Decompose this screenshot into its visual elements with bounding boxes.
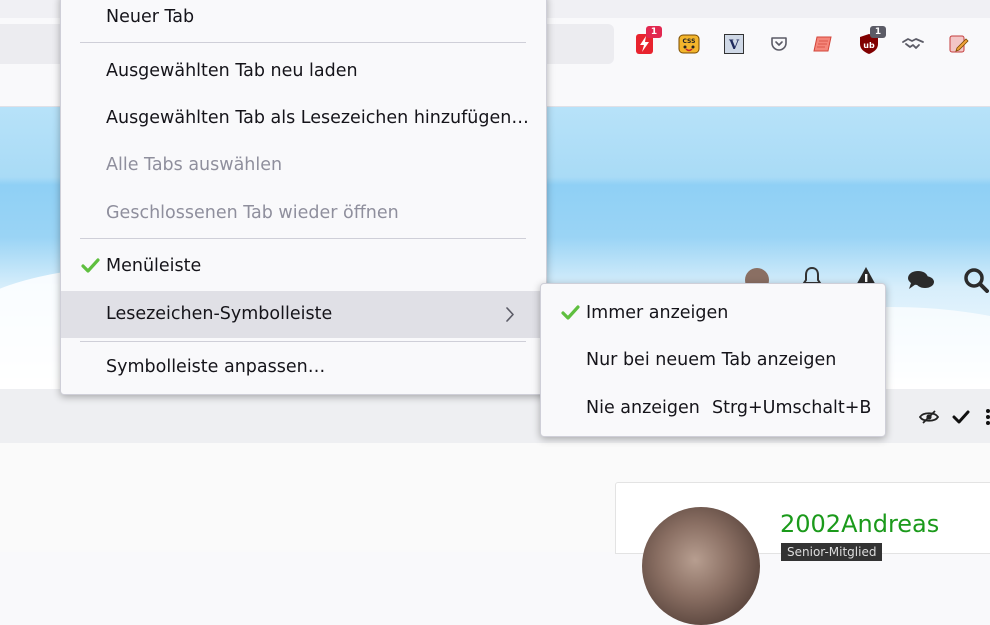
tab-context-menu: Neuer Tab Ausgewählten Tab neu laden Aus… [60,0,547,395]
menu-item-label: Immer anzeigen [586,303,729,323]
menu-item-label: Nie anzeigen [586,398,700,418]
edit-extension-icon[interactable] [946,31,972,57]
menu-item-select-all-tabs: Alle Tabs auswählen [61,143,546,187]
menu-item-bookmark-tab[interactable]: Ausgewählten Tab als Lesezeichen hinzufü… [61,96,546,140]
profile-avatar[interactable] [642,507,760,625]
menu-item-menu-bar[interactable]: Menüleiste [61,244,546,288]
menu-item-bookmarks-toolbar[interactable]: Lesezeichen-Symbolleiste [61,291,546,338]
ublock-icon[interactable]: ub 1 [856,26,886,57]
css-extension-icon[interactable]: CSS [676,31,702,57]
menu-item-label: Symbolleiste anpassen… [106,357,326,377]
menu-item-label: Geschlossenen Tab wieder öffnen [106,203,399,223]
menu-item-label: Menüleiste [106,256,202,276]
menu-item-reload-tab[interactable]: Ausgewählten Tab neu laden [61,49,546,93]
svg-text:CSS: CSS [683,38,696,45]
menu-separator [80,238,526,239]
v-extension-icon[interactable]: V [721,31,747,57]
menu-item-label: Ausgewählten Tab als Lesezeichen hinzufü… [106,108,529,128]
menu-item-label: Ausgewählten Tab neu laden [106,61,358,81]
submenu-item-always-show[interactable]: Immer anzeigen [541,291,885,335]
menu-item-label: Alle Tabs auswählen [106,155,283,175]
mark-read-check-icon[interactable] [950,407,972,427]
profile-rank-badge: Senior-Mitglied [781,543,883,561]
menu-item-label: Neuer Tab [106,7,195,27]
scroll-extension-icon[interactable] [810,31,836,57]
bookmarks-toolbar-submenu: Immer anzeigen Nur bei neuem Tab anzeige… [540,283,886,437]
search-icon[interactable] [962,266,990,294]
menu-separator [80,341,526,342]
svg-text:ub: ub [863,41,875,50]
keyboard-shortcut: Strg+Umschalt+B [712,398,872,418]
menu-item-customize-toolbar[interactable]: Symbolleiste anpassen… [61,345,546,389]
menu-item-label: Nur bei neuem Tab anzeigen [586,350,837,370]
submenu-item-never-show[interactable]: Nie anzeigen Strg+Umschalt+B [541,386,885,430]
hide-eye-icon[interactable] [918,407,940,427]
pocket-icon[interactable] [766,31,792,57]
menu-item-new-tab[interactable]: Neuer Tab [61,0,546,39]
flash-extension-icon[interactable]: 1 [632,26,662,57]
profile-username[interactable]: 2002Andreas [780,510,939,538]
menu-item-reopen-closed-tab: Geschlossenen Tab wieder öffnen [61,191,546,235]
extension-badge: 1 [646,26,662,38]
chat-icon[interactable] [906,268,936,292]
menu-separator [80,42,526,43]
svg-text:V: V [728,38,740,53]
menu-item-label: Lesezeichen-Symbolleiste [106,304,333,324]
submenu-item-new-tab-only[interactable]: Nur bei neuem Tab anzeigen [541,338,885,382]
extension-badge: 1 [870,26,886,38]
more-options-icon[interactable] [982,407,990,427]
handshake-icon[interactable] [900,31,926,57]
